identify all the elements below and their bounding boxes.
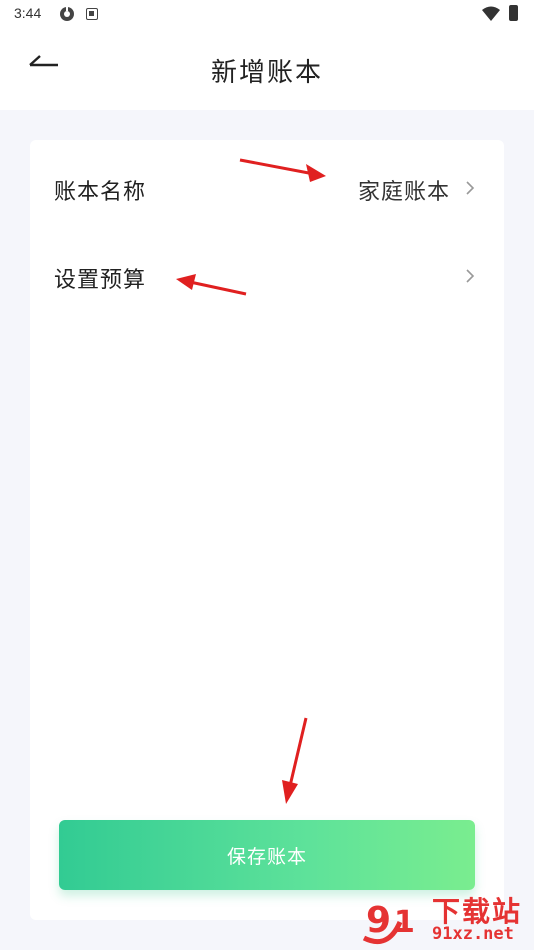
- save-button-label: 保存账本: [226, 845, 307, 868]
- svg-text:9: 9: [366, 900, 391, 941]
- chevron-right-icon: [466, 269, 475, 283]
- budget-label: 设置预算: [54, 268, 147, 293]
- app-notification-icon: [60, 6, 74, 21]
- wifi-icon: [482, 6, 500, 21]
- header: 新增账本: [0, 28, 534, 110]
- status-time: 3:44: [14, 5, 42, 21]
- watermark-url: 91xz.net: [432, 924, 514, 944]
- save-button[interactable]: 保存账本: [59, 820, 475, 890]
- annotation-arrow-name: [239, 158, 326, 182]
- chevron-right-icon: [466, 181, 475, 195]
- annotation-arrow-budget: [176, 274, 247, 296]
- svg-text:1: 1: [394, 905, 415, 940]
- account-name-value: 家庭账本: [357, 180, 450, 205]
- account-name-label: 账本名称: [54, 180, 147, 205]
- form-card: 账本名称 家庭账本 设置预算 保存账本: [30, 140, 504, 920]
- status-bar: 3:44: [0, 0, 534, 28]
- budget-row[interactable]: 设置预算: [30, 232, 504, 316]
- site-logo-icon: 9 1: [362, 900, 415, 944]
- watermark: 9 1 下载站 91xz.net: [358, 888, 534, 950]
- app-badge-icon: [86, 8, 98, 20]
- annotation-arrow-save: [282, 717, 308, 804]
- page-title: 新增账本: [210, 58, 323, 88]
- battery-icon: [509, 5, 518, 21]
